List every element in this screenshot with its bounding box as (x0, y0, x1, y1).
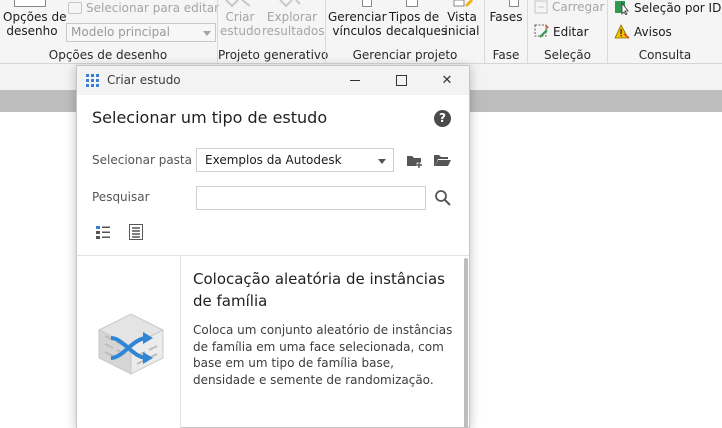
decal-types-line1: Tipos de (388, 10, 440, 24)
explore-results-button[interactable]: Explorar resultados (262, 10, 325, 38)
folder-select[interactable]: Exemplos da Autodesk (196, 148, 394, 172)
decal-types-line2: decalques (386, 24, 448, 38)
create-study-icon (225, 0, 251, 8)
search-icon[interactable] (434, 189, 452, 207)
dialog-titlebar[interactable]: Criar estudo ✕ (77, 66, 469, 95)
selection-group-label: Seleção (543, 48, 591, 62)
open-folder-icon[interactable] (433, 153, 452, 168)
close-button[interactable]: ✕ (424, 66, 470, 95)
phase-group-label: Fase (492, 48, 520, 62)
decal-types-icon (406, 0, 418, 7)
select-by-id-icon (615, 1, 629, 15)
new-folder-icon[interactable] (406, 153, 424, 169)
drawing-options-line2: desenho (6, 24, 58, 38)
manage-links-icon (362, 0, 372, 7)
dialog-heading: Selecionar um tipo de estudo (92, 108, 328, 127)
inquiry-group-label: Consulta (638, 48, 692, 62)
drawing-options-line1: Opções de (3, 10, 67, 24)
maximize-button[interactable] (378, 66, 424, 95)
select-by-id-label: Seleção por ID (634, 1, 722, 15)
warnings-button[interactable]: Avisos (614, 24, 672, 39)
manage-links-line1: Gerenciar (328, 10, 387, 24)
help-icon[interactable]: ? (434, 110, 451, 127)
select-to-edit-button[interactable]: Selecionar para editar (68, 1, 219, 15)
study-list: Colocação aleatória de instâncias de fam… (77, 255, 469, 428)
edit-selection-icon (534, 24, 549, 38)
create-study-line2: estudo (220, 24, 261, 38)
ribbon-group-manage-project: Gerenciar vínculos Tipos de decalques Vi… (326, 0, 484, 64)
list-view-icon[interactable] (96, 225, 110, 239)
ribbon-group-generative: Criar estudo Explorar resultados Projeto… (218, 0, 329, 64)
study-description: Coloca um conjunto aleatório de instânci… (193, 323, 453, 387)
ribbon-group-selection: Carregar Editar Seleção (528, 0, 607, 64)
load-selection-button[interactable]: Carregar (534, 0, 604, 14)
explore-results-line1: Explorar (266, 10, 318, 24)
edit-selection-label: Editar (553, 24, 589, 39)
edit-selection-button[interactable]: Editar (534, 24, 589, 39)
warnings-label: Avisos (634, 24, 672, 39)
select-to-edit-label: Selecionar para editar (86, 1, 220, 15)
drawing-options-group-label: Opções de desenho (48, 48, 168, 62)
start-view-button[interactable]: Vista inicial (442, 10, 482, 38)
drawing-options-icon (14, 0, 46, 7)
warning-icon (614, 24, 630, 39)
details-view-icon[interactable] (129, 224, 143, 240)
select-edit-icon (68, 2, 82, 14)
folder-label: Selecionar pasta (92, 153, 192, 167)
chevron-down-icon (378, 159, 386, 164)
create-study-button[interactable]: Criar estudo (220, 10, 261, 38)
explore-results-icon (279, 0, 301, 8)
load-icon (534, 0, 548, 14)
ribbon-group-drawing-options: Opções de desenho Selecionar para editar… (0, 0, 219, 64)
select-by-id-button[interactable]: Seleção por ID (614, 1, 721, 15)
explore-results-line2: resultados (262, 24, 325, 38)
dialog-title: Criar estudo (107, 73, 181, 87)
study-title[interactable]: Colocação aleatória de instâncias de fam… (193, 268, 455, 312)
model-combo-value: Modelo principal (71, 25, 170, 39)
minimize-button[interactable] (332, 66, 378, 95)
app-grid-icon (86, 74, 99, 87)
search-input[interactable] (196, 186, 426, 210)
decal-types-button[interactable]: Tipos de decalques (386, 10, 448, 38)
drawing-options-button[interactable]: Opções de desenho (3, 10, 67, 38)
create-study-dialog: Criar estudo ✕ Selecionar um tipo de est… (76, 65, 470, 428)
start-view-line1: Vista (447, 10, 477, 24)
phases-icon (509, 0, 519, 7)
chevron-down-icon (203, 31, 211, 36)
phases-label: Fases (489, 10, 523, 24)
random-placement-thumbnail-icon (97, 313, 165, 375)
ribbon: Opções de desenho Selecionar para editar… (0, 0, 722, 64)
start-view-line2: inicial (444, 24, 480, 38)
load-selection-label: Carregar (552, 0, 605, 14)
ribbon-group-inquiry: Seleção por ID Avisos Consulta (608, 0, 722, 64)
manage-project-group-label: Gerenciar projeto (352, 48, 458, 62)
start-view-icon (453, 0, 474, 8)
study-thumbnail[interactable] (77, 256, 181, 428)
manage-links-button[interactable]: Gerenciar vínculos (328, 10, 387, 38)
phases-button[interactable]: Fases (485, 10, 527, 24)
generative-group-label: Projeto generativo (218, 48, 329, 62)
search-label: Pesquisar (92, 190, 150, 204)
model-combo[interactable]: Modelo principal (66, 23, 216, 42)
ribbon-group-phase: Fases Fase (485, 0, 527, 64)
manage-links-line2: vínculos (332, 24, 382, 38)
folder-select-value: Exemplos da Autodesk (205, 153, 342, 167)
study-list-scrollbar[interactable] (464, 258, 468, 428)
create-study-line1: Criar (225, 10, 255, 24)
